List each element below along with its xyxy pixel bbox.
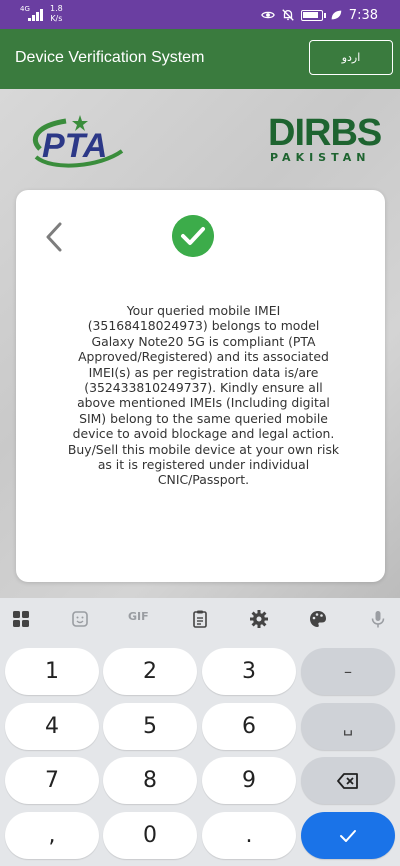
success-check-icon	[172, 215, 214, 257]
key-1[interactable]: 1	[5, 648, 99, 695]
key-0[interactable]: 0	[103, 812, 197, 859]
key-backspace[interactable]	[301, 757, 395, 804]
key-4[interactable]: 4	[5, 703, 99, 750]
pta-logo: PTA	[32, 115, 124, 168]
app-bar: Device Verification System اردو	[0, 29, 400, 89]
eye-icon	[260, 11, 275, 19]
key-comma[interactable]: ,	[5, 812, 99, 859]
apps-icon[interactable]	[11, 609, 31, 629]
key-6[interactable]: 6	[202, 703, 296, 750]
result-card: Your queried mobile IMEI (35168418024973…	[16, 190, 385, 582]
language-button[interactable]: اردو	[309, 40, 393, 75]
microphone-icon[interactable]	[368, 609, 388, 629]
key-3[interactable]: 3	[202, 648, 296, 695]
key-enter[interactable]	[301, 812, 395, 859]
battery-icon	[300, 9, 326, 21]
keyboard-toolbar: GIF	[0, 598, 400, 640]
signal-icon	[28, 9, 43, 21]
gif-button[interactable]: GIF	[128, 610, 149, 623]
leaf-icon	[331, 10, 342, 20]
dirbs-logo: DIRBS PAKISTAN	[268, 112, 382, 164]
verification-message: Your queried mobile IMEI (35168418024973…	[67, 303, 340, 488]
backspace-icon	[337, 772, 358, 789]
key-minus[interactable]: –	[301, 648, 395, 695]
network-speed: 1.8 K/s	[50, 4, 63, 23]
notifications-off-icon	[282, 9, 294, 21]
palette-icon[interactable]	[308, 609, 328, 629]
key-8[interactable]: 8	[103, 757, 197, 804]
status-bar: 4G 1.8 K/s 7:38	[0, 0, 400, 29]
key-7[interactable]: 7	[5, 757, 99, 804]
numeric-keyboard: 1 2 3 – 4 5 6 ␣ 7 8 9 , 0 .	[0, 640, 400, 866]
key-space[interactable]: ␣	[301, 703, 395, 750]
clock: 7:38	[348, 7, 378, 23]
settings-icon[interactable]	[249, 609, 269, 629]
key-period[interactable]: .	[202, 812, 296, 859]
key-5[interactable]: 5	[103, 703, 197, 750]
key-2[interactable]: 2	[103, 648, 197, 695]
back-button[interactable]	[42, 220, 66, 254]
clipboard-icon[interactable]	[190, 609, 210, 629]
checkmark-icon	[340, 829, 356, 842]
sticker-icon[interactable]	[70, 609, 90, 629]
svg-text:PTA: PTA	[42, 127, 107, 165]
page-title: Device Verification System	[15, 49, 205, 66]
key-9[interactable]: 9	[202, 757, 296, 804]
